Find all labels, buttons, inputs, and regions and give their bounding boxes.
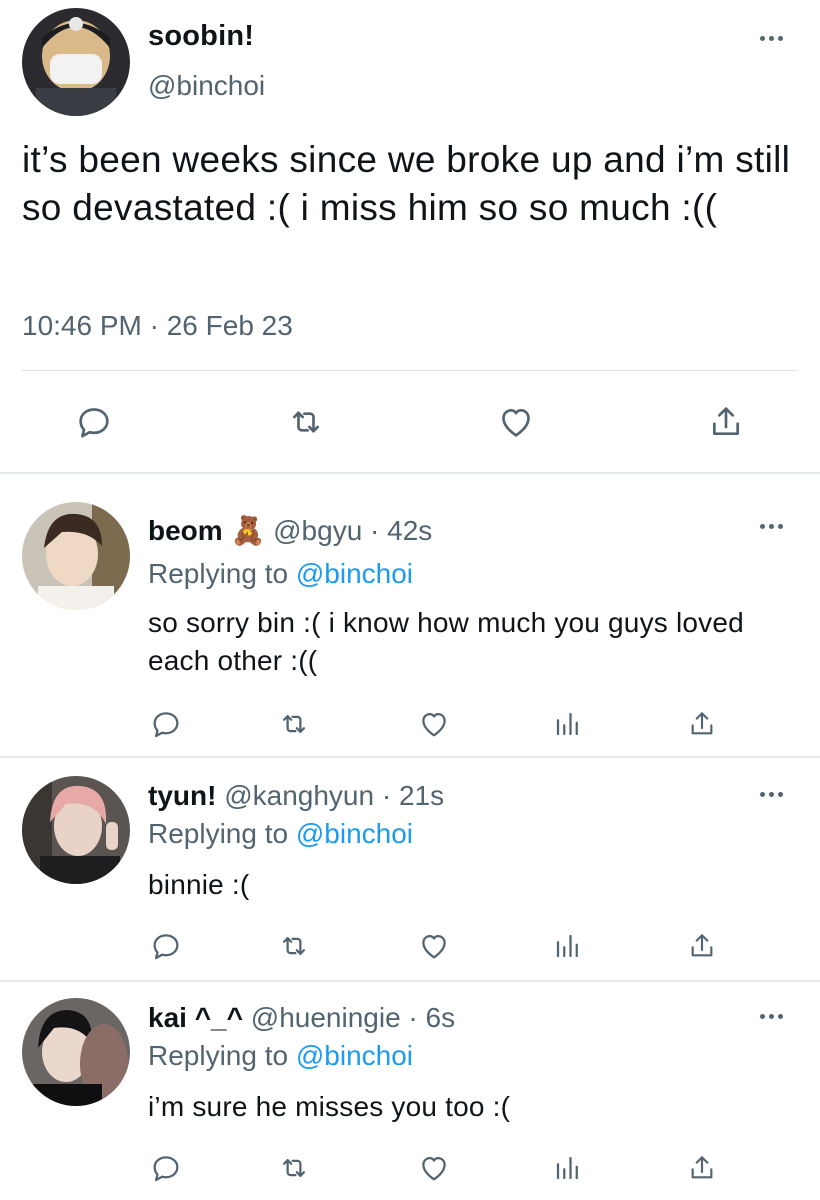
- replying-to-label: Replying to: [148, 558, 289, 589]
- separator: ·: [370, 515, 380, 546]
- more-options-icon[interactable]: [760, 1014, 783, 1019]
- divider: [22, 370, 798, 371]
- share-icon[interactable]: [704, 400, 748, 444]
- share-icon[interactable]: [682, 704, 722, 744]
- retweet-icon[interactable]: [274, 704, 314, 744]
- more-options-icon[interactable]: [760, 36, 783, 41]
- reply-icon[interactable]: [146, 926, 186, 966]
- handle[interactable]: @binchoi: [148, 70, 265, 102]
- reply-icon[interactable]: [146, 1148, 186, 1188]
- share-icon[interactable]: [682, 1148, 722, 1188]
- replying-to-label: Replying to: [148, 818, 289, 849]
- main-tweet[interactable]: soobin! @binchoi it’s been weeks since w…: [0, 0, 820, 472]
- separator: ·: [408, 1002, 418, 1033]
- teddy-bear-emoji: 🧸: [230, 515, 266, 546]
- replying-to-mention[interactable]: @binchoi: [296, 1040, 413, 1071]
- analytics-icon[interactable]: [548, 926, 588, 966]
- retweet-icon[interactable]: [274, 926, 314, 966]
- analytics-icon[interactable]: [548, 1148, 588, 1188]
- reply-time[interactable]: 21s: [399, 780, 444, 811]
- reply-tweet[interactable]: kai ^_^ @hueningie · 6s Replying to @bin…: [0, 982, 820, 1200]
- more-options-icon[interactable]: [760, 792, 783, 797]
- reply-text: so sorry bin :( i know how much you guys…: [148, 607, 744, 676]
- replying-to-mention[interactable]: @binchoi: [296, 818, 413, 849]
- like-icon[interactable]: [414, 926, 454, 966]
- like-icon[interactable]: [494, 400, 538, 444]
- separator: ·: [381, 780, 392, 811]
- avatar[interactable]: [22, 998, 130, 1106]
- handle[interactable]: @bgyu: [273, 515, 362, 546]
- like-icon[interactable]: [414, 704, 454, 744]
- share-icon[interactable]: [682, 926, 722, 966]
- tweet-actions: [0, 400, 820, 444]
- display-name[interactable]: beom: [148, 515, 223, 546]
- reply-actions: [0, 1148, 820, 1188]
- reply-actions: [0, 704, 820, 744]
- retweet-icon[interactable]: [274, 1148, 314, 1188]
- more-options-icon[interactable]: [760, 524, 783, 529]
- reply-tweet[interactable]: tyun! @kanghyun · 21s Replying to @binch…: [0, 758, 820, 980]
- tweet-timestamp[interactable]: 10:46 PM · 26 Feb 23: [22, 310, 293, 342]
- retweet-icon[interactable]: [284, 400, 328, 444]
- reply-time[interactable]: 42s: [387, 515, 432, 546]
- reply-tweet[interactable]: beom 🧸 @bgyu · 42s Replying to @binchoi …: [0, 474, 820, 756]
- handle[interactable]: @kanghyun: [224, 780, 374, 811]
- avatar[interactable]: [22, 776, 130, 884]
- reply-text: binnie :(: [148, 869, 250, 900]
- display-name[interactable]: tyun!: [148, 780, 216, 811]
- reply-icon[interactable]: [72, 400, 116, 444]
- replying-to-mention[interactable]: @binchoi: [296, 558, 413, 589]
- avatar[interactable]: [22, 8, 130, 116]
- reply-actions: [0, 926, 820, 966]
- like-icon[interactable]: [414, 1148, 454, 1188]
- reply-text: i’m sure he misses you too :(: [148, 1091, 511, 1122]
- display-name[interactable]: soobin!: [148, 20, 254, 53]
- display-name[interactable]: kai ^_^: [148, 1002, 243, 1033]
- reply-icon[interactable]: [146, 704, 186, 744]
- analytics-icon[interactable]: [548, 704, 588, 744]
- reply-time[interactable]: 6s: [426, 1002, 456, 1033]
- replying-to-label: Replying to: [148, 1040, 289, 1071]
- tweet-text: it’s been weeks since we broke up and i’…: [22, 139, 791, 228]
- handle[interactable]: @hueningie: [251, 1002, 401, 1033]
- avatar[interactable]: [22, 502, 130, 610]
